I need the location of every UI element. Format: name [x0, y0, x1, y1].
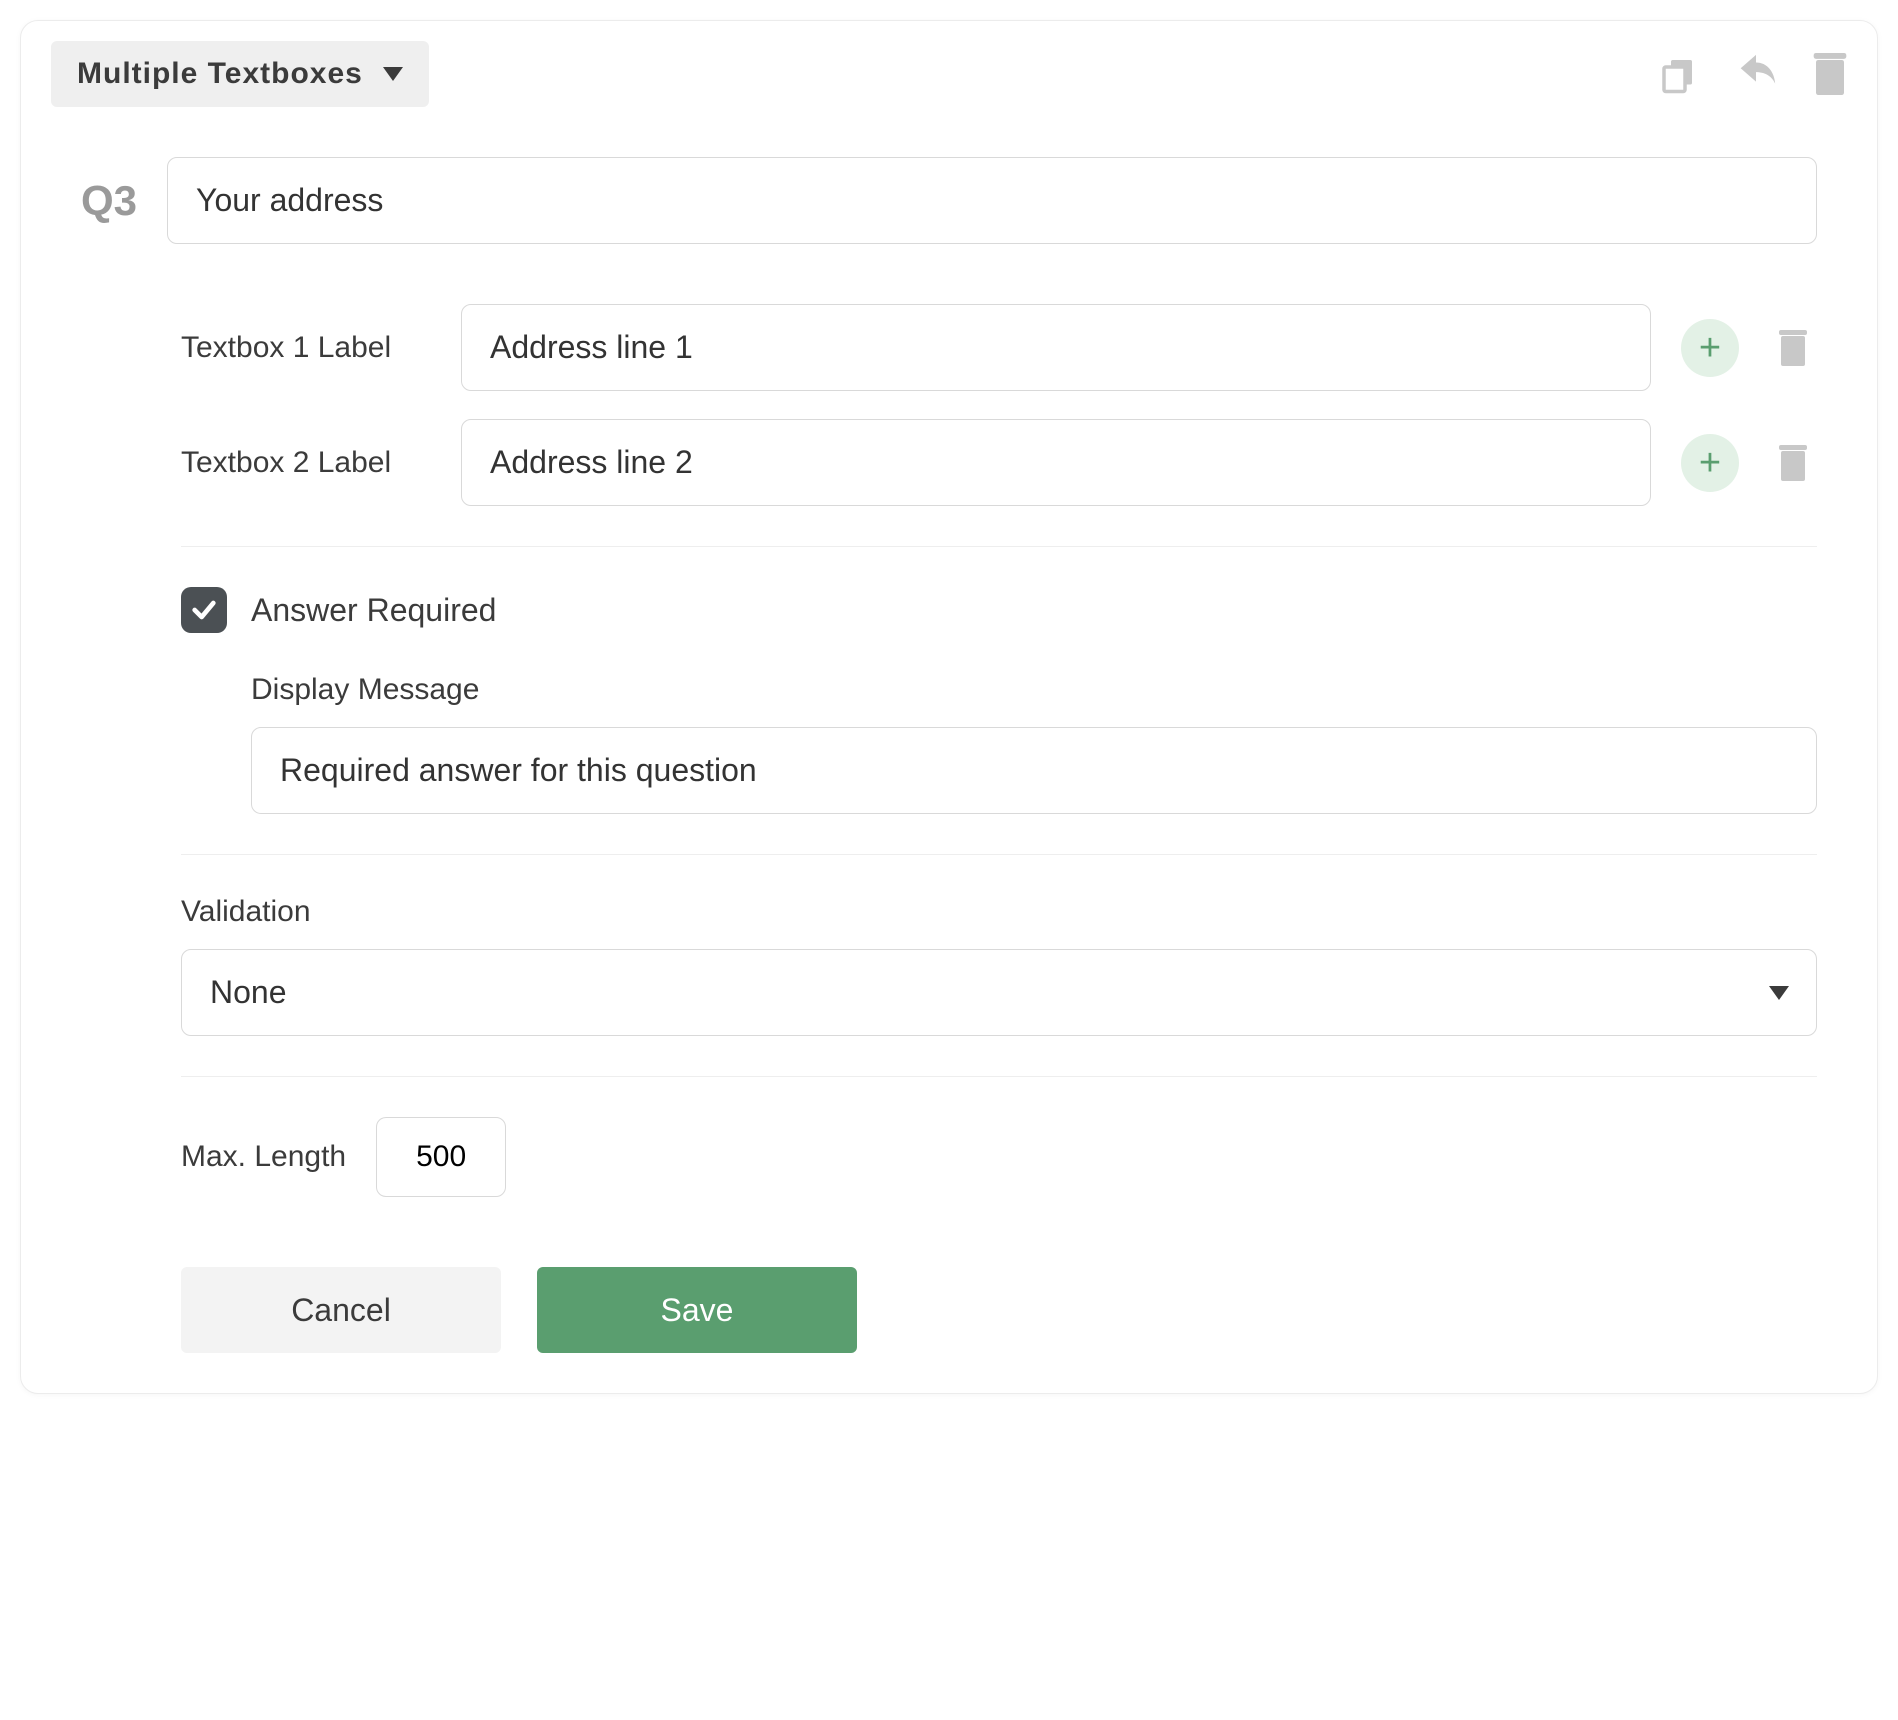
editor-content: Textbox 1 Label + Textbox 2 Label + Answer …: [51, 304, 1847, 1353]
delete-textbox-button[interactable]: [1769, 439, 1817, 487]
textbox-row-actions: +: [1681, 434, 1817, 492]
question-editor-card: Multiple Textboxes Q3: [20, 20, 1878, 1394]
question-title-input[interactable]: [167, 157, 1817, 244]
question-type-dropdown[interactable]: Multiple Textboxes: [51, 41, 429, 107]
textbox-input-wrap: [461, 304, 1651, 391]
top-action-icons: [1657, 53, 1847, 95]
textbox-label-input[interactable]: [461, 304, 1651, 391]
display-message-label: Display Message: [251, 673, 1817, 707]
divider: [181, 1076, 1817, 1077]
textbox-row-actions: +: [1681, 319, 1817, 377]
question-number: Q3: [81, 177, 137, 225]
textbox-row: Textbox 1 Label +: [181, 304, 1817, 391]
cancel-button[interactable]: Cancel: [181, 1267, 501, 1353]
save-button[interactable]: Save: [537, 1267, 857, 1353]
answer-required-checkbox[interactable]: [181, 587, 227, 633]
validation-label: Validation: [181, 895, 1817, 929]
textbox-row: Textbox 2 Label +: [181, 419, 1817, 506]
display-message-input[interactable]: [251, 727, 1817, 814]
divider: [181, 854, 1817, 855]
chevron-down-icon: [1769, 986, 1789, 1000]
question-type-label: Multiple Textboxes: [77, 57, 363, 91]
copy-icon[interactable]: [1657, 53, 1699, 95]
delete-textbox-button[interactable]: [1769, 324, 1817, 372]
trash-icon: [1779, 445, 1807, 481]
textbox-rows: Textbox 1 Label + Textbox 2 Label +: [181, 304, 1817, 506]
plus-icon: +: [1699, 444, 1721, 482]
trash-icon: [1779, 330, 1807, 366]
max-length-row: Max. Length: [181, 1117, 1817, 1197]
question-title-row: Q3: [51, 137, 1847, 304]
editor-top-bar: Multiple Textboxes: [51, 41, 1847, 137]
add-textbox-button[interactable]: +: [1681, 319, 1739, 377]
undo-icon[interactable]: [1733, 53, 1779, 95]
plus-icon: +: [1699, 329, 1721, 367]
textbox-input-wrap: [461, 419, 1651, 506]
chevron-down-icon: [383, 67, 403, 81]
textbox-label-prefix: Textbox 1 Label: [181, 331, 431, 365]
answer-required-row: Answer Required: [181, 587, 1817, 633]
add-textbox-button[interactable]: +: [1681, 434, 1739, 492]
editor-footer: Cancel Save: [181, 1197, 1817, 1353]
textbox-label-input[interactable]: [461, 419, 1651, 506]
answer-required-label: Answer Required: [251, 592, 496, 629]
divider: [181, 546, 1817, 547]
validation-selected: None: [181, 949, 1817, 1036]
trash-icon[interactable]: [1813, 53, 1847, 95]
max-length-label: Max. Length: [181, 1140, 346, 1174]
validation-select[interactable]: None: [181, 949, 1817, 1036]
max-length-input[interactable]: [376, 1117, 506, 1197]
display-message-section: Display Message: [181, 633, 1817, 814]
textbox-label-prefix: Textbox 2 Label: [181, 446, 431, 480]
